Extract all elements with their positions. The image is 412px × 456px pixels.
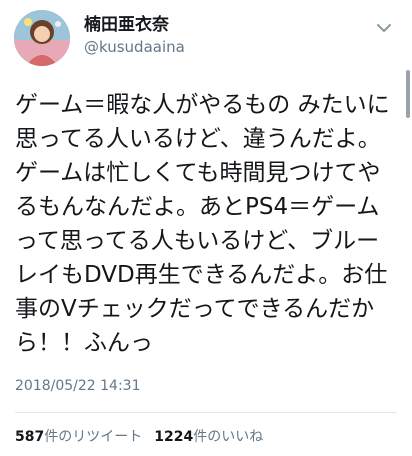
display-name[interactable]: 楠田亜衣奈 bbox=[84, 14, 185, 36]
likes-label: 件のいいね bbox=[193, 429, 264, 445]
user-names: 楠田亜衣奈 @kusudaaina bbox=[84, 14, 185, 57]
retweets-stat[interactable]: 587件のリツイート bbox=[15, 429, 142, 445]
chevron-down-icon[interactable] bbox=[376, 20, 392, 36]
tweet-card: 楠田亜衣奈 @kusudaaina ゲーム＝暇な人がやるもの みたいに思ってる人… bbox=[0, 0, 412, 456]
screen-name[interactable]: @kusudaaina bbox=[84, 37, 185, 57]
tweet-stats: 587件のリツイート 1224件のいいね bbox=[15, 426, 275, 446]
retweets-count: 587 bbox=[15, 429, 45, 445]
scrollbar[interactable] bbox=[406, 70, 410, 118]
tweet-header: 楠田亜衣奈 @kusudaaina bbox=[0, 0, 412, 80]
tweet-text: ゲーム＝暇な人がやるもの みたいに思ってる人いるけど、違うんだよ。ゲームは忙しく… bbox=[15, 92, 390, 356]
likes-count: 1224 bbox=[154, 429, 194, 445]
retweets-label: 件のリツイート bbox=[44, 429, 143, 445]
likes-stat[interactable]: 1224件のいいね bbox=[154, 429, 263, 445]
divider bbox=[15, 412, 397, 413]
avatar[interactable] bbox=[14, 10, 70, 66]
tweet-timestamp[interactable]: 2018/05/22 14:31 bbox=[15, 378, 141, 394]
